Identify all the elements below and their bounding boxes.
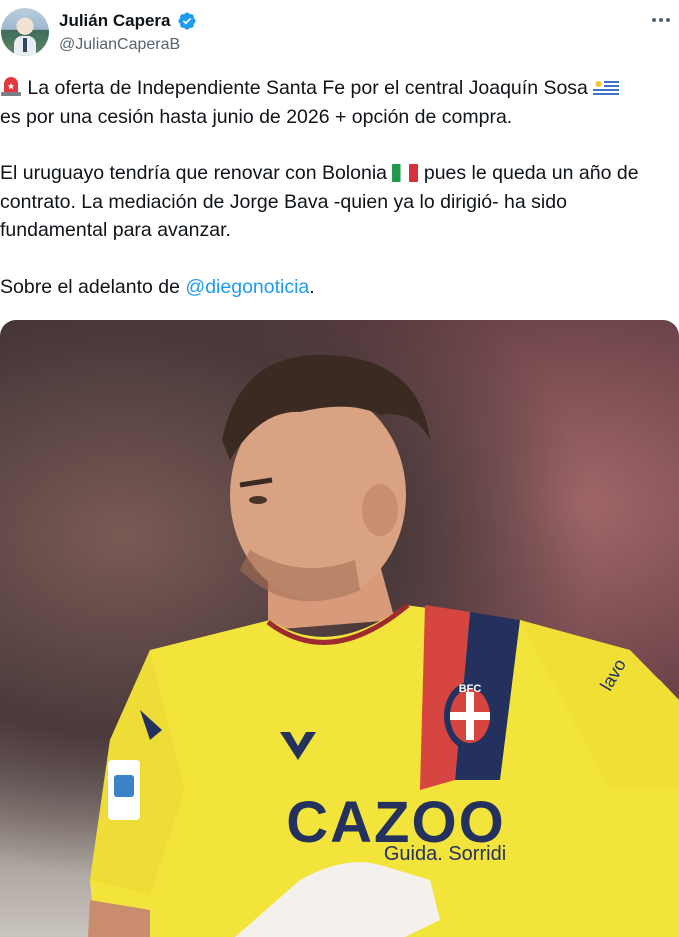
tweet-line-3-text-a: El uruguayo tendría que renovar con Bolo… <box>0 162 388 184</box>
author-handle[interactable]: @JulianCaperaB <box>59 36 180 54</box>
sponsor-tagline: Guida. Sorridi <box>384 843 506 865</box>
club-crest: BFC <box>444 682 496 750</box>
tweet-line-6-suffix: . <box>309 275 315 298</box>
author-display-name[interactable]: Julián Capera <box>59 11 171 31</box>
tweet-line-1-text: La oferta de Independiente Santa Fe por … <box>27 77 588 99</box>
tweet-line-6: Sobre el adelanto de @diegonoticia. <box>0 273 679 302</box>
tweet-line-3-text-b: pues le queda un año de <box>423 162 639 184</box>
player-ear <box>362 484 398 536</box>
crest-text: BFC <box>459 683 482 695</box>
avatar[interactable] <box>1 8 49 56</box>
player-photo-illustration: BFC CAZOO Guida. Sorridi lavo <box>88 354 679 937</box>
italy-flag-emoji <box>392 164 419 182</box>
siren-emoji <box>1 77 21 96</box>
mention-link[interactable]: @diegonoticia <box>185 276 309 298</box>
tweet-line-2: es por una cesión hasta junio de 2026 + … <box>0 105 513 128</box>
more-options-icon[interactable] <box>649 10 673 30</box>
tweet-line-3: El uruguayo tendría que renovar con Bolo… <box>0 159 679 188</box>
tweet-line-4: contrato. La mediación de Jorge Bava -qu… <box>0 190 567 213</box>
author-name-row: Julián Capera <box>59 11 197 31</box>
tweet-line-1: La oferta de Independiente Santa Fe por … <box>0 74 679 103</box>
tweet-header: Julián Capera @JulianCaperaB <box>0 0 679 64</box>
tweet-text: La oferta de Independiente Santa Fe por … <box>0 74 679 301</box>
avatar-tie <box>23 38 27 52</box>
tweet-line-5: fundamental para avanzar. <box>0 219 231 241</box>
tweet-line-6-prefix: Sobre el adelanto de <box>0 275 180 298</box>
verified-badge-icon <box>177 12 196 30</box>
uruguay-flag-emoji <box>593 79 620 97</box>
player-eye <box>249 496 267 504</box>
tweet-media-photo[interactable]: BFC CAZOO Guida. Sorridi lavo <box>0 320 679 937</box>
